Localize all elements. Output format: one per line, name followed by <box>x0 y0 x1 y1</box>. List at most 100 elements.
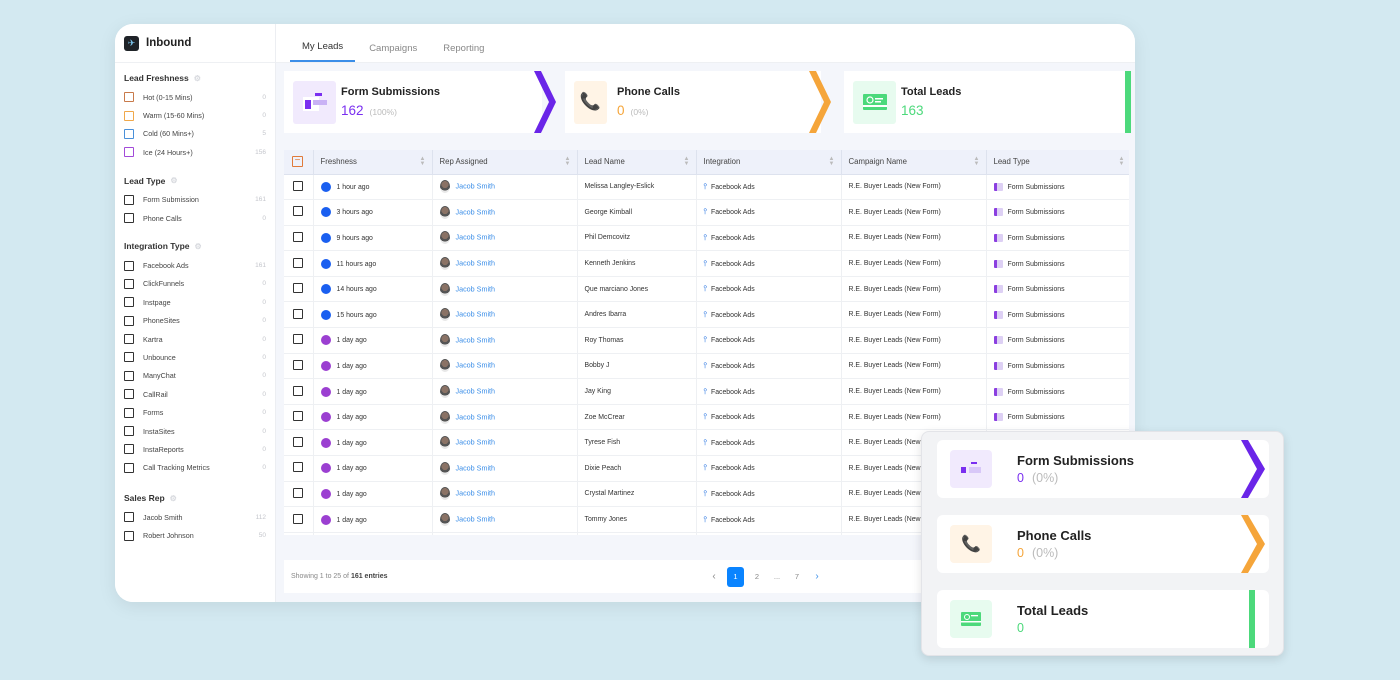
filter-item-clickfunnels[interactable]: ClickFunnels 0 <box>124 275 266 293</box>
column-freshness[interactable]: Freshness ▲ ▼ <box>313 150 433 175</box>
filter-item-phone-calls[interactable]: Phone Calls 0 <box>124 209 266 227</box>
lead-name-cell[interactable]: Roy Thomas <box>577 327 697 354</box>
filter-checkbox[interactable] <box>124 110 134 121</box>
lead-name-cell[interactable]: Kenneth Jenkins <box>577 250 697 277</box>
filter-item-instareports[interactable]: InstaReports 0 <box>124 440 266 458</box>
filter-checkbox[interactable] <box>124 128 134 139</box>
row-checkbox[interactable] <box>293 257 303 268</box>
lead-name-cell[interactable]: Tommy Jones <box>577 506 697 533</box>
filter-item-call-tracking-metrics[interactable]: Call Tracking Metrics 0 <box>124 459 266 477</box>
lead-name-cell[interactable]: Dixie Peach <box>577 455 697 482</box>
filter-checkbox[interactable] <box>124 278 134 289</box>
tab-my-leads[interactable]: My Leads <box>290 41 356 62</box>
row-checkbox[interactable] <box>293 206 303 217</box>
row-checkbox[interactable] <box>293 231 303 242</box>
table-row[interactable]: 15 hours ago Jacob Smith Andres Ibarra ⫯ Fac… <box>284 301 1129 329</box>
row-checkbox[interactable] <box>293 513 303 524</box>
tab-reporting[interactable]: Reporting <box>431 43 496 62</box>
filter-checkbox[interactable] <box>124 297 134 308</box>
lead-name-cell[interactable]: George Kimball <box>577 199 697 226</box>
column-lead-name[interactable]: Lead Name ▲ ▼ <box>577 150 697 175</box>
lead-name-cell[interactable]: Bobby J <box>577 353 697 380</box>
filter-item-forms[interactable]: Forms 0 <box>124 403 266 421</box>
table-row[interactable]: 3 hours ago Jacob Smith George Kimball ⫯ Fac… <box>284 199 1129 226</box>
prev-page-button[interactable]: ‹ <box>704 571 724 582</box>
rep-link[interactable]: Jacob Smith <box>456 514 496 523</box>
filter-item-ice-24-hours[interactable]: Ice (24 Hours+) 156 <box>124 143 266 161</box>
row-checkbox[interactable] <box>293 180 303 191</box>
lead-name-cell[interactable]: Tyrese Fish <box>577 429 697 457</box>
rep-link[interactable]: Jacob Smith <box>456 386 496 395</box>
row-checkbox[interactable] <box>293 487 303 498</box>
column-integration[interactable]: Integration ▲ ▼ <box>696 150 842 175</box>
table-row[interactable]: 1 day ago Jacob Smith Roy Thomas ⫯ Facebook … <box>284 327 1129 354</box>
lead-name-cell[interactable]: Crystal Martinez <box>577 481 697 508</box>
row-checkbox[interactable] <box>293 385 303 396</box>
row-checkbox[interactable] <box>293 308 303 319</box>
next-page-button[interactable]: › <box>807 571 827 582</box>
filter-checkbox[interactable] <box>124 352 134 363</box>
filter-item-robert-johnson[interactable]: Robert Johnson 50 <box>124 526 266 544</box>
lead-name-cell[interactable]: Jay King <box>577 378 697 405</box>
column-rep-assigned[interactable]: Rep Assigned ▲ ▼ <box>432 150 578 175</box>
rep-link[interactable]: Jacob Smith <box>456 463 496 472</box>
filter-checkbox[interactable] <box>124 389 134 400</box>
table-row[interactable]: 1 day ago Jacob Smith Zoe McCrear ⫯ Facebook… <box>284 404 1129 431</box>
row-checkbox[interactable] <box>293 334 303 345</box>
filter-checkbox[interactable] <box>124 92 134 103</box>
filter-item-kartra[interactable]: Kartra 0 <box>124 330 266 348</box>
filter-item-phonesites[interactable]: PhoneSites 0 <box>124 312 266 330</box>
filter-item-instpage[interactable]: Instpage 0 <box>124 293 266 311</box>
page-7-button[interactable]: 7 <box>787 572 807 581</box>
select-all-checkbox[interactable]: − <box>284 150 314 175</box>
column-campaign-name[interactable]: Campaign Name ▲ ▼ <box>841 150 987 175</box>
filter-checkbox[interactable] <box>124 315 134 326</box>
rep-link[interactable]: Jacob Smith <box>456 284 496 293</box>
lead-name-cell[interactable]: Andres Ibarra <box>577 301 697 329</box>
filter-item-form-submission[interactable]: Form Submission 161 <box>124 191 266 209</box>
page-1-button[interactable]: 1 <box>727 566 744 587</box>
filter-item-jacob-smith[interactable]: Jacob Smith 112 <box>124 508 266 526</box>
row-checkbox[interactable] <box>293 462 303 473</box>
lead-name-cell[interactable]: Zoe McCrear <box>577 404 697 431</box>
filter-checkbox[interactable] <box>124 194 134 205</box>
filter-checkbox[interactable] <box>124 512 134 523</box>
filter-item-unbounce[interactable]: Unbounce 0 <box>124 348 266 366</box>
total-leads-card[interactable]: Total Leads 163 <box>844 71 1131 133</box>
table-row[interactable]: 11 hours ago Jacob Smith Kenneth Jenkins ⫯ F… <box>284 250 1129 277</box>
filter-checkbox[interactable] <box>124 444 134 455</box>
filter-item-hot-0-15-mins[interactable]: Hot (0-15 Mins) 0 <box>124 88 266 106</box>
filter-checkbox[interactable] <box>124 407 134 418</box>
filter-checkbox[interactable] <box>124 334 134 345</box>
popup-total-leads-card[interactable]: Total Leads 0 <box>937 590 1269 648</box>
row-checkbox[interactable] <box>293 411 303 422</box>
filter-item-cold-60-mins[interactable]: Cold (60 Mins+) 5 <box>124 125 266 143</box>
popup-form-submissions-card[interactable]: Form Submissions 0 (0%) <box>937 440 1269 498</box>
filter-checkbox[interactable] <box>124 530 134 541</box>
rep-link[interactable]: Jacob Smith <box>456 412 496 421</box>
row-checkbox[interactable] <box>293 283 303 294</box>
table-row[interactable]: 14 hours ago Jacob Smith Que marciano Jone… <box>284 276 1129 303</box>
column-lead-type[interactable]: Lead Type ▲ ▼ <box>986 150 1129 175</box>
filter-item-callrail[interactable]: CallRail 0 <box>124 385 266 403</box>
rep-link[interactable]: Jacob Smith <box>456 335 496 344</box>
filter-item-manychat[interactable]: ManyChat 0 <box>124 367 266 385</box>
rep-link[interactable]: Jacob Smith <box>456 258 496 267</box>
table-row[interactable]: 1 day ago Jacob Smith Bobby J ⫯ Facebook Ads… <box>284 353 1129 380</box>
row-checkbox[interactable] <box>293 436 303 447</box>
filter-checkbox[interactable] <box>124 213 134 224</box>
rep-link[interactable]: Jacob Smith <box>456 207 496 216</box>
filter-checkbox[interactable] <box>124 260 134 271</box>
rep-link[interactable]: Jacob Smith <box>456 233 496 242</box>
table-row[interactable]: 1 day ago Jacob Smith Jay King ⫯ Facebook Ad… <box>284 378 1129 405</box>
filter-checkbox[interactable] <box>124 147 134 158</box>
filter-checkbox[interactable] <box>124 370 134 381</box>
lead-name-cell[interactable]: Melissa Langley-Eslick <box>577 174 697 201</box>
rep-link[interactable]: Jacob Smith <box>456 361 496 370</box>
rep-link[interactable]: Jacob Smith <box>456 489 496 498</box>
table-row[interactable]: 9 hours ago Jacob Smith Phil Demcovitz ⫯ Fac… <box>284 225 1129 252</box>
rep-link[interactable]: Jacob Smith <box>456 310 496 319</box>
filter-checkbox[interactable] <box>124 426 134 437</box>
row-checkbox[interactable] <box>293 359 303 370</box>
form-submissions-card[interactable]: Form Submissions 162 (100%) <box>284 71 556 133</box>
